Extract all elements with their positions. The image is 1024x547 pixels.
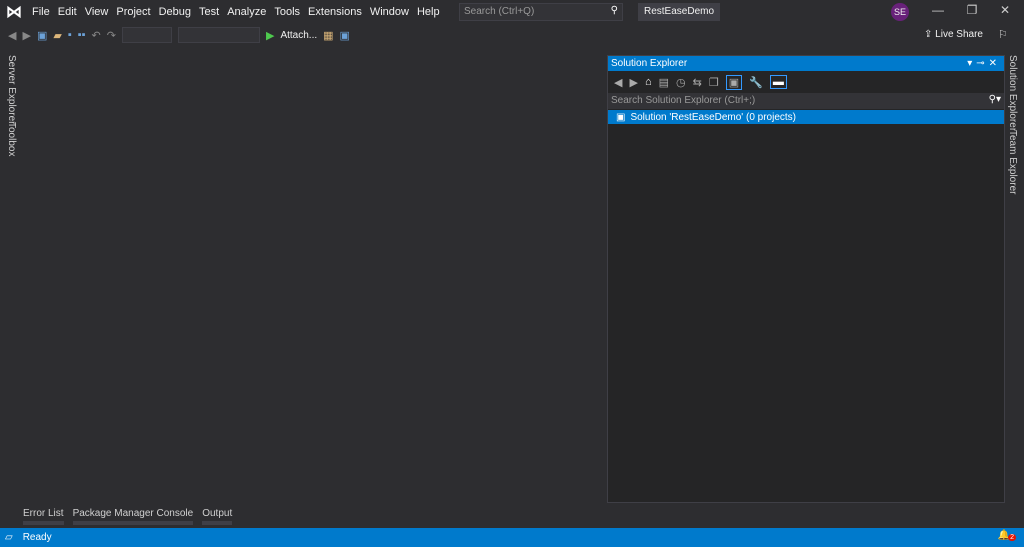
menu-bar: ⋈ File Edit View Project Debug Test Anal… (0, 0, 444, 24)
visual-studio-logo-icon: ⋈ (6, 4, 22, 21)
attach-button[interactable]: Attach... (280, 30, 317, 41)
switch-views-icon[interactable]: ▤ (659, 76, 669, 89)
server-explorer-tab[interactable]: Server Explorer (6, 55, 17, 124)
solution-node[interactable]: ▣ Solution 'RestEaseDemo' (0 projects) (608, 110, 1004, 124)
restore-button[interactable]: ❐ (962, 3, 982, 17)
status-text: Ready (22, 532, 52, 543)
show-all-files-icon[interactable]: ▣ (725, 74, 743, 90)
tab-error-list[interactable]: Error List (23, 508, 64, 525)
notification-badge: 2 (1008, 534, 1016, 541)
redo-icon[interactable]: ↷ (107, 29, 116, 42)
solution-search-input[interactable]: Search Solution Explorer (Ctrl+;) ⚲▾ (608, 93, 1004, 109)
play-icon[interactable]: ▶ (266, 29, 274, 42)
menu-window[interactable]: Window (366, 6, 413, 18)
tab-output[interactable]: Output (202, 508, 233, 525)
search-placeholder: Search (Ctrl+Q) (464, 6, 535, 17)
forward-icon[interactable]: ▶ (629, 76, 637, 89)
avatar[interactable]: SE (891, 3, 909, 21)
platform-dropdown[interactable] (177, 27, 260, 43)
forward-icon[interactable]: ▶ (22, 29, 30, 42)
back-icon[interactable]: ◀ (614, 76, 622, 89)
solution-explorer-header: Solution Explorer ▾⊸✕ (608, 56, 1004, 71)
menu-test[interactable]: Test (195, 6, 223, 18)
save-icon[interactable]: ▪ (68, 29, 72, 41)
toolbox-tab[interactable]: Toolbox (6, 122, 17, 156)
live-share-button[interactable]: ⇪ Live Share (924, 29, 983, 40)
menu-tools[interactable]: Tools (270, 6, 304, 18)
toolbar: ◀ ▶ ▣ ▰ ▪ ▪▪ ↶ ↷ ▶ Attach... ▦ ▣ (8, 26, 350, 44)
solution-explorer-tab[interactable]: Solution Explorer (1007, 55, 1018, 131)
solution-search-placeholder: Search Solution Explorer (Ctrl+;) (611, 95, 756, 106)
feedback-icon[interactable]: ⚐ (998, 28, 1008, 41)
search-icon: ⚲▾ (988, 94, 1001, 105)
history-icon[interactable]: ◷ (676, 76, 686, 89)
new-project-icon[interactable]: ▣ (37, 29, 47, 42)
solution-explorer-toolbar: ◀ ▶ ⌂ ▤ ◷ ⇆ ❐ ▣ 🔧 ▬ (608, 71, 1004, 93)
menu-extensions[interactable]: Extensions (304, 6, 366, 18)
sync-icon[interactable]: ⇆ (693, 76, 702, 89)
open-folder-icon[interactable]: ▰ (53, 29, 61, 42)
collapse-all-icon[interactable]: ❐ (709, 76, 719, 89)
screenshot-icon[interactable]: ▣ (340, 29, 350, 42)
menu-help[interactable]: Help (413, 6, 444, 18)
menu-edit[interactable]: Edit (54, 6, 81, 18)
menu-file[interactable]: File (28, 6, 54, 18)
menu-analyze[interactable]: Analyze (223, 6, 270, 18)
minimize-button[interactable]: — (928, 3, 948, 17)
tab-package-manager-console[interactable]: Package Manager Console (72, 508, 194, 525)
save-all-icon[interactable]: ▪▪ (78, 29, 86, 41)
home-icon[interactable]: ⌂ (645, 76, 652, 88)
panel-title: Solution Explorer (611, 58, 688, 69)
menu-view[interactable]: View (81, 6, 113, 18)
menu-project[interactable]: Project (112, 6, 154, 18)
back-icon[interactable]: ◀ (8, 29, 16, 42)
properties-wrench-icon[interactable]: 🔧 (749, 76, 763, 89)
close-button[interactable]: ✕ (995, 3, 1015, 17)
solution-explorer-panel: Solution Explorer ▾⊸✕ ◀ ▶ ⌂ ▤ ◷ ⇆ ❐ ▣ 🔧 ▬… (607, 55, 1005, 503)
search-input[interactable]: Search (Ctrl+Q) ⚲ (459, 3, 623, 21)
bottom-tabs: Error List Package Manager Console Outpu… (23, 508, 233, 525)
configuration-dropdown[interactable] (121, 27, 172, 43)
team-explorer-tab[interactable]: Team Explorer (1007, 130, 1018, 194)
panel-controls[interactable]: ▾⊸✕ (967, 58, 1001, 69)
notifications-icon[interactable]: 🔔 2 (998, 530, 1016, 541)
undo-icon[interactable]: ↶ (92, 29, 101, 42)
share-icon: ⇪ (924, 29, 936, 40)
solution-icon: ▣ (616, 111, 626, 123)
status-icon: ▱ (5, 532, 13, 543)
solution-title: RestEaseDemo (638, 3, 721, 21)
menu-debug[interactable]: Debug (155, 6, 195, 18)
search-icon: ⚲ (610, 5, 618, 16)
preview-icon[interactable]: ▬ (769, 75, 787, 89)
live-share-label: Live Share (935, 29, 983, 40)
status-bar: ▱ Ready 🔔 2 (0, 528, 1024, 547)
solution-label: Solution 'RestEaseDemo' (0 projects) (630, 111, 797, 123)
find-icon[interactable]: ▦ (323, 29, 333, 42)
